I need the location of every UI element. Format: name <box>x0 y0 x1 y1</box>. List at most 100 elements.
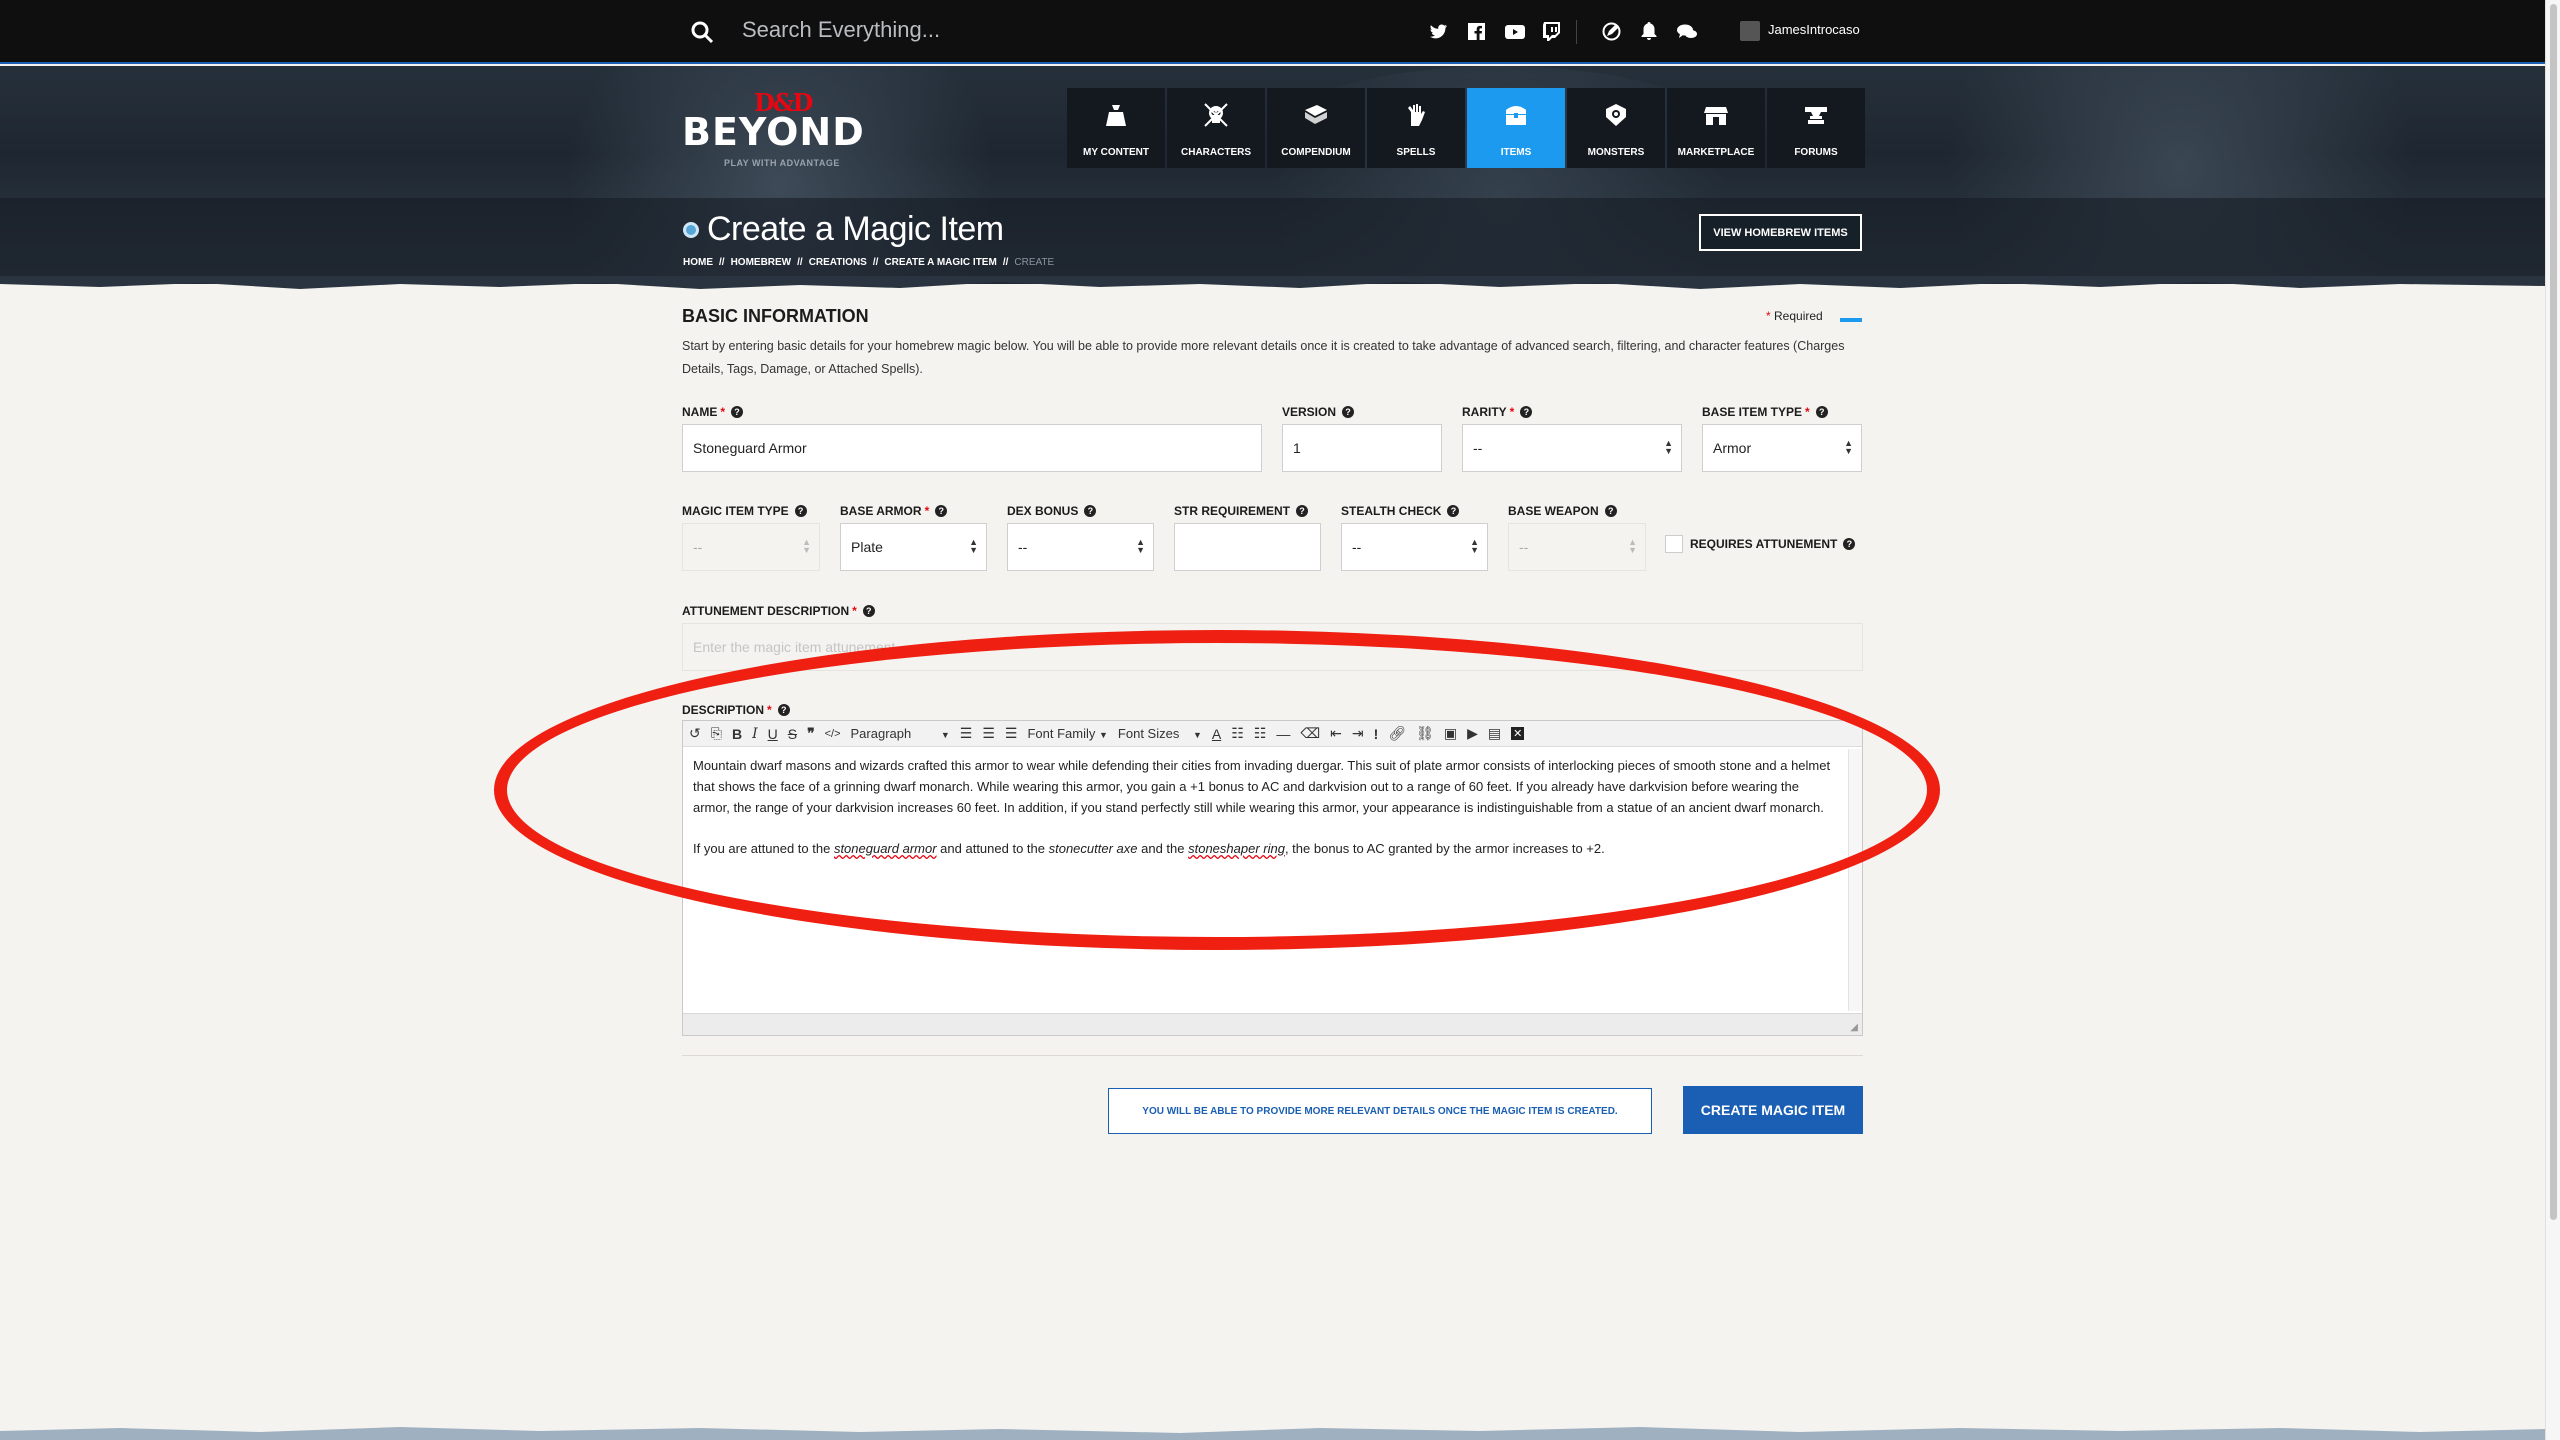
breadcrumb-homebrew[interactable]: HOMEBREW <box>731 257 792 268</box>
stealth-check-select[interactable]: -- ▲ ▼ <box>1341 523 1488 571</box>
chat-icon[interactable] <box>1677 24 1697 40</box>
avatar[interactable] <box>1740 21 1760 41</box>
create-magic-item-button[interactable]: CREATE MAGIC ITEM <box>1683 1086 1863 1134</box>
main-nav: MY CONTENT CHARACTERS COMPENDIUM SPELLS … <box>1067 88 1865 168</box>
page-scrollbar[interactable] <box>2545 0 2560 1440</box>
nav-spells[interactable]: SPELLS <box>1367 88 1465 168</box>
nav-items[interactable]: ITEMS <box>1467 88 1565 168</box>
breadcrumb: HOME // HOMEBREW // CREATIONS // CREATE … <box>683 257 1055 268</box>
breadcrumb-current: CREATE <box>1014 257 1055 268</box>
help-icon[interactable]: ? <box>1296 505 1309 517</box>
hand-icon <box>1408 104 1425 126</box>
view-homebrew-items-button[interactable]: VIEW HOMEBREW ITEMS <box>1699 214 1862 251</box>
top-bar: Search Everything... JamesIntrocaso <box>0 0 2545 64</box>
nav-label: ITEMS <box>1500 147 1532 158</box>
magic-item-type-label: MAGIC ITEM TYPE? <box>682 504 807 518</box>
facebook-icon[interactable] <box>1468 23 1485 40</box>
rarity-label: RARITY *? <box>1462 405 1533 419</box>
resize-handle-icon[interactable]: ◢ <box>1850 1022 1858 1033</box>
breadcrumb-create-magic-item[interactable]: CREATE A MAGIC ITEM <box>884 257 996 268</box>
nav-label: COMPENDIUM <box>1281 147 1351 158</box>
help-icon[interactable]: ? <box>935 505 948 517</box>
search-input[interactable]: Search Everything... <box>742 17 940 43</box>
base-armor-label: BASE ARMOR *? <box>840 504 948 518</box>
nav-label: FORUMS <box>1794 147 1838 158</box>
base-armor-select[interactable]: Plate ▲ ▼ <box>840 523 987 571</box>
nav-label: MARKETPLACE <box>1677 147 1755 158</box>
nav-compendium[interactable]: COMPENDIUM <box>1267 88 1365 168</box>
nav-monsters[interactable]: MONSTERS <box>1567 88 1665 168</box>
search-icon[interactable] <box>690 20 714 44</box>
help-icon[interactable]: ? <box>1843 538 1856 550</box>
help-icon[interactable]: ? <box>794 505 807 517</box>
select-arrows-icon: ▲ ▼ <box>1136 537 1145 555</box>
dnd-beyond-logo[interactable]: D&D BEYOND PLAY WITH ADVANTAGE <box>682 88 882 170</box>
torn-edge-divider <box>0 276 2545 289</box>
version-field[interactable]: 1 <box>1282 424 1442 472</box>
nav-label: MY CONTENT <box>1083 147 1149 158</box>
divider <box>682 1055 1863 1056</box>
chest-icon <box>1506 106 1526 125</box>
edit-icon[interactable] <box>1602 22 1621 41</box>
info-notice: YOU WILL BE ABLE TO PROVIDE MORE RELEVAN… <box>1108 1088 1652 1134</box>
base-item-type-label: BASE ITEM TYPE *? <box>1702 405 1828 419</box>
name-label: NAME *? <box>682 405 744 419</box>
select-arrows-icon: ▲ ▼ <box>1628 537 1637 555</box>
select-arrows-icon: ▲ ▼ <box>1844 438 1853 456</box>
page-heading: Create a Magic Item <box>707 210 1004 248</box>
nav-label: SPELLS <box>1396 147 1436 158</box>
dex-bonus-select[interactable]: -- ▲ ▼ <box>1007 523 1154 571</box>
stealth-check-label: STEALTH CHECK? <box>1341 504 1460 518</box>
name-field[interactable]: Stoneguard Armor <box>682 424 1262 472</box>
bell-icon[interactable] <box>1641 22 1657 41</box>
help-icon[interactable]: ? <box>862 605 875 617</box>
required-legend: * Required <box>1766 309 1823 323</box>
youtube-icon[interactable] <box>1505 25 1525 39</box>
required-label: Required <box>1774 309 1823 323</box>
annotation-red-ellipse <box>494 630 1940 950</box>
breadcrumb-home[interactable]: HOME <box>683 257 713 268</box>
help-icon[interactable]: ? <box>1520 406 1533 418</box>
nav-label: MONSTERS <box>1587 147 1645 158</box>
help-icon[interactable]: ? <box>1342 406 1355 418</box>
nav-my-content[interactable]: MY CONTENT <box>1067 88 1165 168</box>
book-icon <box>1305 105 1327 124</box>
section-title: BASIC INFORMATION <box>682 306 869 326</box>
monster-icon <box>1606 104 1626 126</box>
title-bullet-icon <box>683 221 699 238</box>
help-icon[interactable]: ? <box>1604 505 1617 517</box>
page-title: Create a Magic Item <box>683 210 1004 249</box>
str-requirement-field[interactable] <box>1174 523 1321 571</box>
breadcrumb-creations[interactable]: CREATIONS <box>809 257 867 268</box>
nav-label: CHARACTERS <box>1181 147 1251 158</box>
username-link[interactable]: JamesIntrocaso <box>1768 22 1860 37</box>
requires-attunement-checkbox[interactable] <box>1665 535 1683 553</box>
twitch-icon[interactable] <box>1543 22 1560 41</box>
help-icon[interactable]: ? <box>1815 406 1828 418</box>
editor-statusbar: ◢ <box>683 1013 1862 1035</box>
requires-attunement-label[interactable]: REQUIRES ATTUNEMENT? <box>1690 537 1856 551</box>
select-arrows-icon: ▲ ▼ <box>802 537 811 555</box>
required-indicator-bar <box>1840 318 1862 322</box>
help-icon[interactable]: ? <box>1084 505 1097 517</box>
rarity-select[interactable]: -- ▲ ▼ <box>1462 424 1682 472</box>
twitter-icon[interactable] <box>1430 24 1448 40</box>
scrollbar-thumb[interactable] <box>2550 4 2557 1220</box>
bottom-torn-edge <box>0 1427 2545 1440</box>
help-icon[interactable]: ? <box>731 406 744 418</box>
select-arrows-icon: ▲ ▼ <box>1664 438 1673 456</box>
base-weapon-label: BASE WEAPON? <box>1508 504 1617 518</box>
base-weapon-select[interactable]: -- ▲ ▼ <box>1508 523 1646 571</box>
skull-icon <box>1204 103 1228 127</box>
nav-characters[interactable]: CHARACTERS <box>1167 88 1265 168</box>
base-item-type-select[interactable]: Armor ▲ ▼ <box>1702 424 1862 472</box>
str-requirement-label: STR REQUIREMENT? <box>1174 504 1309 518</box>
shop-icon <box>1704 107 1728 125</box>
nav-marketplace[interactable]: MARKETPLACE <box>1667 88 1765 168</box>
help-icon[interactable]: ? <box>1447 505 1460 517</box>
magic-item-type-select[interactable]: -- ▲ ▼ <box>682 523 820 571</box>
dex-bonus-label: DEX BONUS? <box>1007 504 1097 518</box>
select-arrows-icon: ▲ ▼ <box>1470 537 1479 555</box>
nav-forums[interactable]: FORUMS <box>1767 88 1865 168</box>
intro-text: Start by entering basic details for your… <box>682 339 1845 376</box>
